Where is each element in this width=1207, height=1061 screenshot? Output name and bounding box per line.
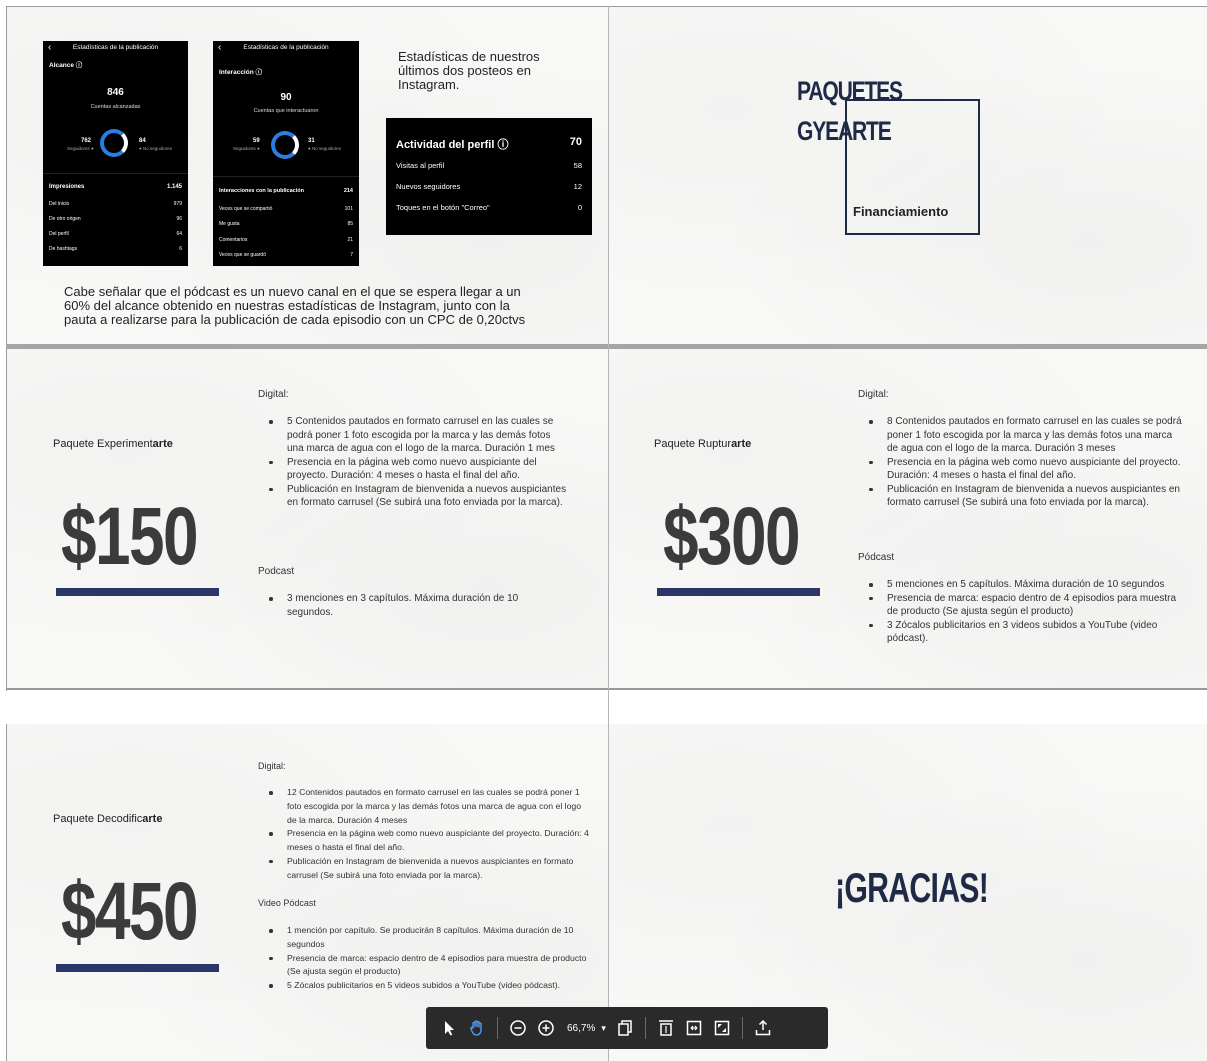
chevron-down-icon[interactable]: ▾ [601, 1023, 610, 1034]
stats-description: Estadísticas de nuestros últimos dos pos… [398, 49, 540, 92]
zoom-out-icon[interactable] [505, 1015, 531, 1041]
list-item: Presencia de marca: espacio dentro de 4 … [857, 592, 1182, 619]
stat-row: De hashtags 6 [49, 246, 182, 252]
separator [213, 176, 359, 177]
select-arrow-icon[interactable] [436, 1015, 462, 1041]
followers-count: 762 [81, 138, 92, 144]
interaction-label: Cuentas que interactuaron [253, 108, 319, 114]
slide-package-experimentarte: Paquete Experimentarte $150 Digital: 5 C… [7, 349, 608, 688]
podcast-label: Podcast [258, 566, 295, 577]
list-item: Presencia en la página web como nuevo au… [257, 827, 592, 855]
list-item: Presencia de marca: espacio dentro de 4 … [257, 952, 592, 980]
price-underline [56, 588, 219, 596]
stat-row: De otro origen 96 [49, 216, 182, 222]
toolbar-separator [741, 1017, 743, 1039]
list-item: 3 menciones en 3 capítulos. Máxima durac… [257, 592, 567, 619]
list-item: Publicación en Instagram de bienvenida a… [257, 855, 592, 883]
price-underline [657, 588, 820, 596]
digital-list: 12 Contenidos pautados en formato carrus… [257, 786, 592, 883]
activity-row: Toques en el botón "Correo" 0 [396, 203, 582, 212]
panel-header: Estadísticas de la publicación [243, 44, 329, 51]
reach-total: 846 [107, 87, 124, 98]
digital-list: 8 Contenidos pautados en formato carruse… [857, 415, 1182, 510]
list-item: 5 menciones en 5 capítulos. Máxima durac… [857, 578, 1182, 592]
hand-icon[interactable] [464, 1015, 490, 1041]
non-followers-count: 84 [139, 138, 146, 144]
list-item: 3 Zócalos publicitarios en 3 videos subi… [857, 619, 1182, 646]
instagram-interaction-panel: ‹ Estadísticas de la publicación Interac… [213, 41, 359, 266]
podcast-note: Cabe señalar que el pódcast es un nuevo … [64, 284, 526, 327]
fullscreen-icon[interactable] [709, 1015, 735, 1041]
panel-header: Estadísticas de la publicación [72, 44, 159, 51]
list-item: 5 Zócalos publicitarios en 5 videos subi… [257, 979, 592, 993]
stat-row: Me gusta 85 [219, 221, 353, 227]
followers-label: Seguidores ● [233, 146, 260, 151]
digital-label: Digital: [258, 761, 286, 771]
toolbar-separator [497, 1017, 498, 1039]
podcast-list: 5 menciones en 5 capítulos. Máxima durac… [857, 578, 1182, 646]
package-price: $450 [61, 866, 199, 957]
fit-page-icon[interactable] [653, 1015, 679, 1041]
slide-packages-title: PAQUETES GYEARTE Financiamiento [609, 7, 1207, 344]
stat-row: Impresiones 1.145 [49, 184, 182, 190]
zoom-in-icon[interactable] [533, 1015, 559, 1041]
list-item: 12 Contenidos pautados en formato carrus… [257, 786, 592, 827]
panel-section: Interacción ⓘ [219, 69, 262, 76]
pdf-toolbar: 66,7% ▾ [426, 1007, 828, 1049]
donut-ring [100, 129, 128, 157]
stat-row: Del inicio 979 [49, 201, 182, 207]
stat-row: Veces que se compartió 101 [219, 206, 353, 212]
donut-ring [271, 131, 299, 159]
instagram-reach-panel: ‹ Estadísticas de la publicación Alcance… [43, 41, 188, 266]
followers-count: 59 [253, 138, 260, 144]
podcast-list: 1 mención por capítulo. Se producirán 8 … [257, 924, 592, 993]
list-item: Presencia en la página web como nuevo au… [257, 456, 567, 483]
podcast-label: Pódcast [858, 552, 895, 563]
digital-label: Digital: [258, 389, 289, 400]
stat-row: Veces que se guardó 7 [219, 252, 353, 258]
upload-icon[interactable] [750, 1015, 776, 1041]
divider-bottom-row1 [6, 688, 1207, 690]
list-item: 5 Contenidos pautados en formato carruse… [257, 415, 567, 456]
list-item: 1 mención por capítulo. Se producirán 8 … [257, 924, 592, 952]
list-item: Presencia en la página web como nuevo au… [857, 456, 1182, 483]
panel-section: Alcance ⓘ [49, 62, 83, 69]
digital-list: 5 Contenidos pautados en formato carruse… [257, 415, 567, 510]
non-followers-label: ● No seguidores [139, 146, 172, 151]
activity-total: 70 [569, 136, 582, 148]
reach-label: Cuentas alcanzadas [90, 104, 141, 110]
fit-width-icon[interactable] [681, 1015, 707, 1041]
activity-row: Visitas al perfil 58 [396, 161, 582, 170]
slide-statistics: ‹ Estadísticas de la publicación Alcance… [7, 7, 608, 344]
stat-row: Del perfil 64 [49, 231, 182, 237]
package-name: Paquete Rupturarte [654, 438, 752, 450]
slide-package-rupturarte: Paquete Rupturarte $300 Digital: 8 Conte… [609, 349, 1207, 688]
digital-label: Digital: [858, 389, 889, 400]
non-followers-label: ● No seguidores [308, 146, 341, 151]
package-price: $150 [61, 491, 199, 582]
list-item: Publicación en Instagram de bienvenida a… [857, 483, 1182, 510]
podcast-list: 3 menciones en 3 capítulos. Máxima durac… [257, 592, 567, 619]
podcast-label: Video Pódcast [258, 898, 316, 908]
activity-row: Nuevos seguidores 12 [396, 182, 582, 191]
thanks-title: ¡GRACIAS! [835, 864, 989, 911]
financing-subtitle: Financiamiento [853, 204, 949, 219]
zoom-level[interactable]: 66,7% [561, 1023, 599, 1034]
page-view-icon[interactable] [612, 1015, 638, 1041]
non-followers-count: 31 [308, 138, 315, 144]
interaction-total: 90 [280, 92, 292, 103]
toolbar-separator [644, 1017, 646, 1039]
list-item: Publicación en Instagram de bienvenida a… [257, 483, 567, 510]
stat-row: Comentarios 21 [219, 237, 353, 243]
stat-row: Interacciones con la publicación 214 [219, 188, 353, 194]
package-name: Paquete Experimentarte [53, 438, 173, 450]
price-underline [56, 964, 219, 972]
profile-activity-panel: Actividad del perfil ⓘ 70 Visitas al per… [386, 118, 592, 235]
activity-title: Actividad del perfil ⓘ [396, 139, 509, 151]
package-price: $300 [663, 491, 801, 582]
list-item: 8 Contenidos pautados en formato carruse… [857, 415, 1182, 456]
package-name: Paquete Decodificarte [53, 813, 163, 825]
separator [43, 173, 188, 174]
followers-label: Seguidores ● [67, 146, 94, 151]
